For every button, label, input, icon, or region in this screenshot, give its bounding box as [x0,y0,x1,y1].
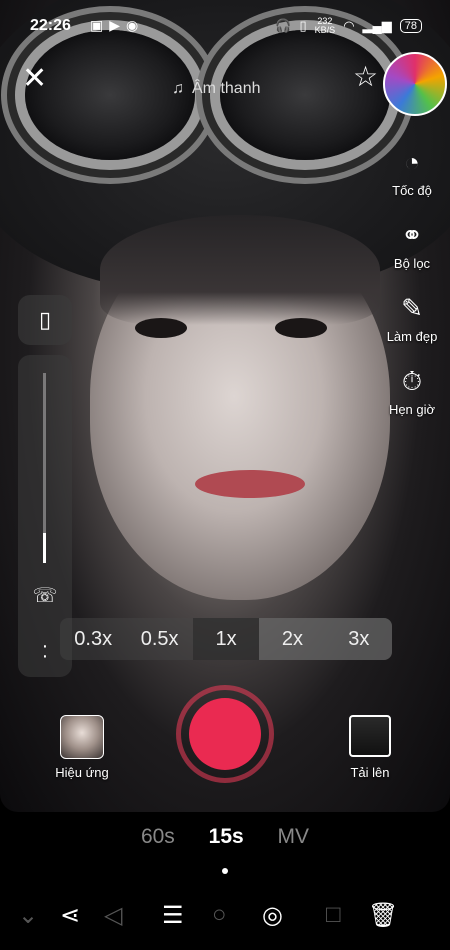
lips-graphic [195,470,305,498]
vibrate-phone-icon: ▯ [38,307,52,332]
filter-icon: ⚭ [401,220,423,250]
star-icon[interactable]: ☆ [353,60,378,93]
tool-label-speed: Tốc độ [392,183,432,198]
flip-camera-button[interactable]: ▯ [18,295,72,345]
vibrate-icon: ▯ [299,18,307,33]
effects-button[interactable]: Hiệu ứng [52,715,112,780]
back-nav-icon[interactable]: ◁ [104,901,122,930]
music-note-icon: ♫ [172,80,184,97]
tool-speed[interactable]: ◔ Tốc độ [382,145,442,198]
effect-avatar[interactable] [383,52,447,116]
record-inner [189,698,261,770]
tool-beauty[interactable]: ✎ Làm đẹp [382,291,442,344]
mode-tab-mv[interactable]: MV [278,825,310,849]
eye-right-graphic [275,318,327,338]
zoom-option[interactable]: 3x [325,618,392,660]
chevron-down-icon[interactable]: ⌄ [18,901,38,930]
trash-icon[interactable]: 🗑 [368,901,398,930]
hair-graphic [100,215,380,325]
beauty-wand-icon: ✎ [401,293,423,323]
tool-timer[interactable]: ⏱ Hẹn giờ [382,364,442,417]
zoom-option[interactable]: 2x [259,618,326,660]
mode-tabs: 60s 15s MV [0,825,450,849]
network-speed: 232 KB/S [315,17,336,35]
tool-label-beauty: Làm đẹp [386,329,438,344]
status-time: 22:26 [30,17,71,34]
phone-swap-icon[interactable]: ☏ [18,583,72,608]
right-toolbar: ◔ Tốc độ ⚭ Bộ lọc ✎ Làm đẹp ⏱ Hẹn giờ [382,145,442,437]
mode-tab-15s[interactable]: 15s [209,825,244,849]
exposure-thumb[interactable] [43,533,46,563]
network-speed-unit: KB/S [314,25,336,35]
sliders-icon[interactable]: ☰ [162,901,184,930]
home-nav-icon[interactable]: ○ [212,901,227,929]
effects-thumbnail [60,715,104,759]
upload-label: Tải lên [350,765,390,780]
sound-label: Âm thanh [192,80,261,97]
zoom-option[interactable]: 0.3x [60,618,126,660]
notification-icons: ▣▶◉ [90,17,145,33]
timer-icon: ⏱ [401,366,423,396]
tool-label-filter: Bộ lọc [393,256,431,271]
zoom-selector: 0.3x 0.5x 1x 2x 3x [60,618,392,660]
close-icon[interactable]: ✕ [22,64,52,104]
wifi-icon: ◠ [343,18,355,33]
mode-tab-60s[interactable]: 60s [141,825,175,849]
mode-indicator-dot [222,868,228,874]
status-bar: 22:26 ▣▶◉ 🎧 ▯ 232 KB/S ◠ ▂▄▆ 78 [0,0,450,50]
screenshot-icon[interactable]: ◎ [262,901,283,930]
battery-indicator: 78 [399,19,422,33]
tool-filter[interactable]: ⚭ Bộ lọc [382,218,442,271]
effects-label: Hiệu ứng [55,765,109,780]
signal-icon: ▂▄▆ [362,18,392,33]
recents-nav-icon[interactable]: □ [326,901,341,929]
system-nav-bar: ⌄ ⋖ ◁ ☰ ○ ◎ □ 🗑 [0,895,450,940]
upload-button[interactable]: Tải lên [340,715,400,780]
zoom-option-selected[interactable]: 1x [192,618,260,660]
share-icon[interactable]: ⋖ [60,901,80,930]
eye-left-graphic [135,318,187,338]
record-button[interactable] [176,685,274,783]
headphone-icon: 🎧 [275,18,292,33]
tool-label-timer: Hẹn giờ [388,402,436,417]
status-right: 🎧 ▯ 232 KB/S ◠ ▂▄▆ 78 [275,17,422,35]
zoom-option[interactable]: 0.5x [126,618,192,660]
add-sound-button[interactable]: ♫ Âm thanh [172,80,260,98]
speed-icon: ◔ [404,147,420,177]
upload-thumbnail [349,715,391,757]
